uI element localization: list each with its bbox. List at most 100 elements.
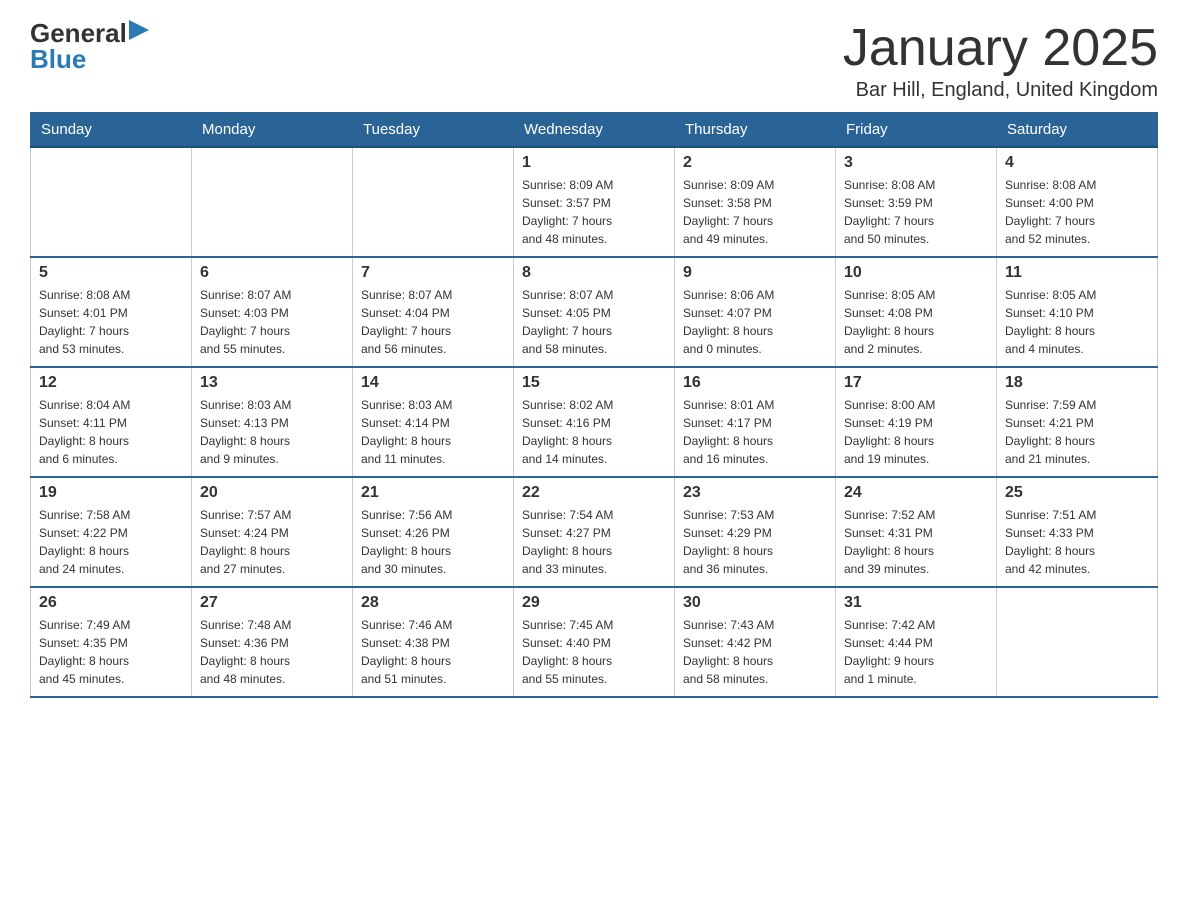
calendar-week-row: 5 Sunrise: 8:08 AM Sunset: 4:01 PM Daylig… — [31, 257, 1158, 367]
calendar-cell: 9 Sunrise: 8:06 AM Sunset: 4:07 PM Daylig… — [675, 257, 836, 367]
calendar-cell: 24Sunrise: 7:52 AM Sunset: 4:31 PM Dayli… — [836, 477, 997, 587]
calendar-cell: 16 Sunrise: 8:01 AM Sunset: 4:17 PM Dayli… — [675, 367, 836, 477]
day-info: Sunrise: 7:49 AM Sunset: 4:35 PM Dayligh… — [39, 616, 183, 688]
day-number: 1 — [522, 154, 666, 172]
day-info: Sunrise: 8:06 AM Sunset: 4:07 PM Dayligh… — [683, 286, 827, 358]
day-number: 31 — [844, 594, 988, 612]
day-number: 12 — [39, 374, 183, 392]
calendar-cell: 20 Sunrise: 7:57 AM Sunset: 4:24 PM Dayli… — [192, 477, 353, 587]
day-number: 20 — [200, 484, 344, 502]
calendar-header-wednesday: Wednesday — [514, 113, 675, 148]
calendar-cell: 23Sunrise: 7:53 AM Sunset: 4:29 PM Dayli… — [675, 477, 836, 587]
day-number: 10 — [844, 264, 988, 282]
day-info: Sunrise: 8:09 AM Sunset: 3:57 PM Dayligh… — [522, 176, 666, 248]
calendar-week-row: 1 Sunrise: 8:09 AM Sunset: 3:57 PM Daylig… — [31, 147, 1158, 257]
calendar-header-monday: Monday — [192, 113, 353, 148]
day-number: 25 — [1005, 484, 1149, 502]
day-info: Sunrise: 8:04 AM Sunset: 4:11 PM Dayligh… — [39, 396, 183, 468]
calendar-header-saturday: Saturday — [997, 113, 1158, 148]
calendar-cell: 18Sunrise: 7:59 AM Sunset: 4:21 PM Dayli… — [997, 367, 1158, 477]
day-number: 22 — [522, 484, 666, 502]
day-info: Sunrise: 8:09 AM Sunset: 3:58 PM Dayligh… — [683, 176, 827, 248]
day-info: Sunrise: 8:07 AM Sunset: 4:04 PM Dayligh… — [361, 286, 505, 358]
calendar-cell: 14 Sunrise: 8:03 AM Sunset: 4:14 PM Dayli… — [353, 367, 514, 477]
calendar-header-tuesday: Tuesday — [353, 113, 514, 148]
calendar-cell: 25Sunrise: 7:51 AM Sunset: 4:33 PM Dayli… — [997, 477, 1158, 587]
logo-general: General — [30, 20, 127, 46]
location: Bar Hill, England, United Kingdom — [843, 79, 1158, 102]
day-number: 7 — [361, 264, 505, 282]
calendar-cell: 26 Sunrise: 7:49 AM Sunset: 4:35 PM Dayli… — [31, 587, 192, 697]
calendar-cell: 22Sunrise: 7:54 AM Sunset: 4:27 PM Dayli… — [514, 477, 675, 587]
day-info: Sunrise: 8:01 AM Sunset: 4:17 PM Dayligh… — [683, 396, 827, 468]
logo-arrow-icon — [129, 20, 149, 40]
calendar-cell: 13Sunrise: 8:03 AM Sunset: 4:13 PM Dayli… — [192, 367, 353, 477]
day-info: Sunrise: 7:57 AM Sunset: 4:24 PM Dayligh… — [200, 506, 344, 578]
day-info: Sunrise: 8:08 AM Sunset: 4:01 PM Dayligh… — [39, 286, 183, 358]
day-info: Sunrise: 8:03 AM Sunset: 4:14 PM Dayligh… — [361, 396, 505, 468]
day-number: 6 — [200, 264, 344, 282]
calendar-header-sunday: Sunday — [31, 113, 192, 148]
day-info: Sunrise: 8:00 AM Sunset: 4:19 PM Dayligh… — [844, 396, 988, 468]
calendar-cell: 10 Sunrise: 8:05 AM Sunset: 4:08 PM Dayli… — [836, 257, 997, 367]
day-number: 29 — [522, 594, 666, 612]
calendar-cell: 3 Sunrise: 8:08 AM Sunset: 3:59 PM Daylig… — [836, 147, 997, 257]
calendar-cell: 17 Sunrise: 8:00 AM Sunset: 4:19 PM Dayli… — [836, 367, 997, 477]
calendar-cell: 12 Sunrise: 8:04 AM Sunset: 4:11 PM Dayli… — [31, 367, 192, 477]
day-info: Sunrise: 8:08 AM Sunset: 4:00 PM Dayligh… — [1005, 176, 1149, 248]
title-area: January 2025 Bar Hill, England, United K… — [843, 20, 1158, 102]
day-number: 11 — [1005, 264, 1149, 282]
day-info: Sunrise: 8:05 AM Sunset: 4:10 PM Dayligh… — [1005, 286, 1149, 358]
day-info: Sunrise: 7:56 AM Sunset: 4:26 PM Dayligh… — [361, 506, 505, 578]
day-number: 26 — [39, 594, 183, 612]
day-info: Sunrise: 7:58 AM Sunset: 4:22 PM Dayligh… — [39, 506, 183, 578]
calendar-week-row: 12 Sunrise: 8:04 AM Sunset: 4:11 PM Dayli… — [31, 367, 1158, 477]
calendar-table: SundayMondayTuesdayWednesdayThursdayFrid… — [30, 112, 1158, 698]
calendar-cell: 6 Sunrise: 8:07 AM Sunset: 4:03 PM Daylig… — [192, 257, 353, 367]
day-number: 21 — [361, 484, 505, 502]
calendar-week-row: 19Sunrise: 7:58 AM Sunset: 4:22 PM Dayli… — [31, 477, 1158, 587]
day-info: Sunrise: 8:05 AM Sunset: 4:08 PM Dayligh… — [844, 286, 988, 358]
day-number: 14 — [361, 374, 505, 392]
page-header: General Blue January 2025 Bar Hill, Engl… — [30, 20, 1158, 102]
calendar-header-row: SundayMondayTuesdayWednesdayThursdayFrid… — [31, 113, 1158, 148]
calendar-header-thursday: Thursday — [675, 113, 836, 148]
day-number: 16 — [683, 374, 827, 392]
logo-blue: Blue — [30, 46, 149, 72]
day-info: Sunrise: 8:03 AM Sunset: 4:13 PM Dayligh… — [200, 396, 344, 468]
calendar-cell: 30 Sunrise: 7:43 AM Sunset: 4:42 PM Dayli… — [675, 587, 836, 697]
calendar-cell: 1 Sunrise: 8:09 AM Sunset: 3:57 PM Daylig… — [514, 147, 675, 257]
calendar-header-friday: Friday — [836, 113, 997, 148]
calendar-cell: 8Sunrise: 8:07 AM Sunset: 4:05 PM Daylig… — [514, 257, 675, 367]
day-number: 3 — [844, 154, 988, 172]
calendar-cell: 4Sunrise: 8:08 AM Sunset: 4:00 PM Daylig… — [997, 147, 1158, 257]
logo: General Blue — [30, 20, 149, 72]
day-number: 30 — [683, 594, 827, 612]
calendar-cell: 29Sunrise: 7:45 AM Sunset: 4:40 PM Dayli… — [514, 587, 675, 697]
day-info: Sunrise: 7:42 AM Sunset: 4:44 PM Dayligh… — [844, 616, 988, 688]
day-info: Sunrise: 7:52 AM Sunset: 4:31 PM Dayligh… — [844, 506, 988, 578]
day-number: 5 — [39, 264, 183, 282]
day-info: Sunrise: 7:43 AM Sunset: 4:42 PM Dayligh… — [683, 616, 827, 688]
day-info: Sunrise: 8:07 AM Sunset: 4:05 PM Dayligh… — [522, 286, 666, 358]
month-title: January 2025 — [843, 20, 1158, 77]
day-number: 17 — [844, 374, 988, 392]
day-number: 15 — [522, 374, 666, 392]
calendar-cell: 19Sunrise: 7:58 AM Sunset: 4:22 PM Dayli… — [31, 477, 192, 587]
day-number: 18 — [1005, 374, 1149, 392]
day-info: Sunrise: 7:46 AM Sunset: 4:38 PM Dayligh… — [361, 616, 505, 688]
day-info: Sunrise: 8:08 AM Sunset: 3:59 PM Dayligh… — [844, 176, 988, 248]
day-number: 28 — [361, 594, 505, 612]
day-info: Sunrise: 8:07 AM Sunset: 4:03 PM Dayligh… — [200, 286, 344, 358]
calendar-cell: 7 Sunrise: 8:07 AM Sunset: 4:04 PM Daylig… — [353, 257, 514, 367]
day-number: 2 — [683, 154, 827, 172]
day-number: 27 — [200, 594, 344, 612]
calendar-cell: 27Sunrise: 7:48 AM Sunset: 4:36 PM Dayli… — [192, 587, 353, 697]
day-info: Sunrise: 7:53 AM Sunset: 4:29 PM Dayligh… — [683, 506, 827, 578]
calendar-cell — [997, 587, 1158, 697]
calendar-cell — [192, 147, 353, 257]
calendar-cell — [353, 147, 514, 257]
day-number: 9 — [683, 264, 827, 282]
calendar-cell: 11 Sunrise: 8:05 AM Sunset: 4:10 PM Dayli… — [997, 257, 1158, 367]
calendar-cell: 31 Sunrise: 7:42 AM Sunset: 4:44 PM Dayli… — [836, 587, 997, 697]
